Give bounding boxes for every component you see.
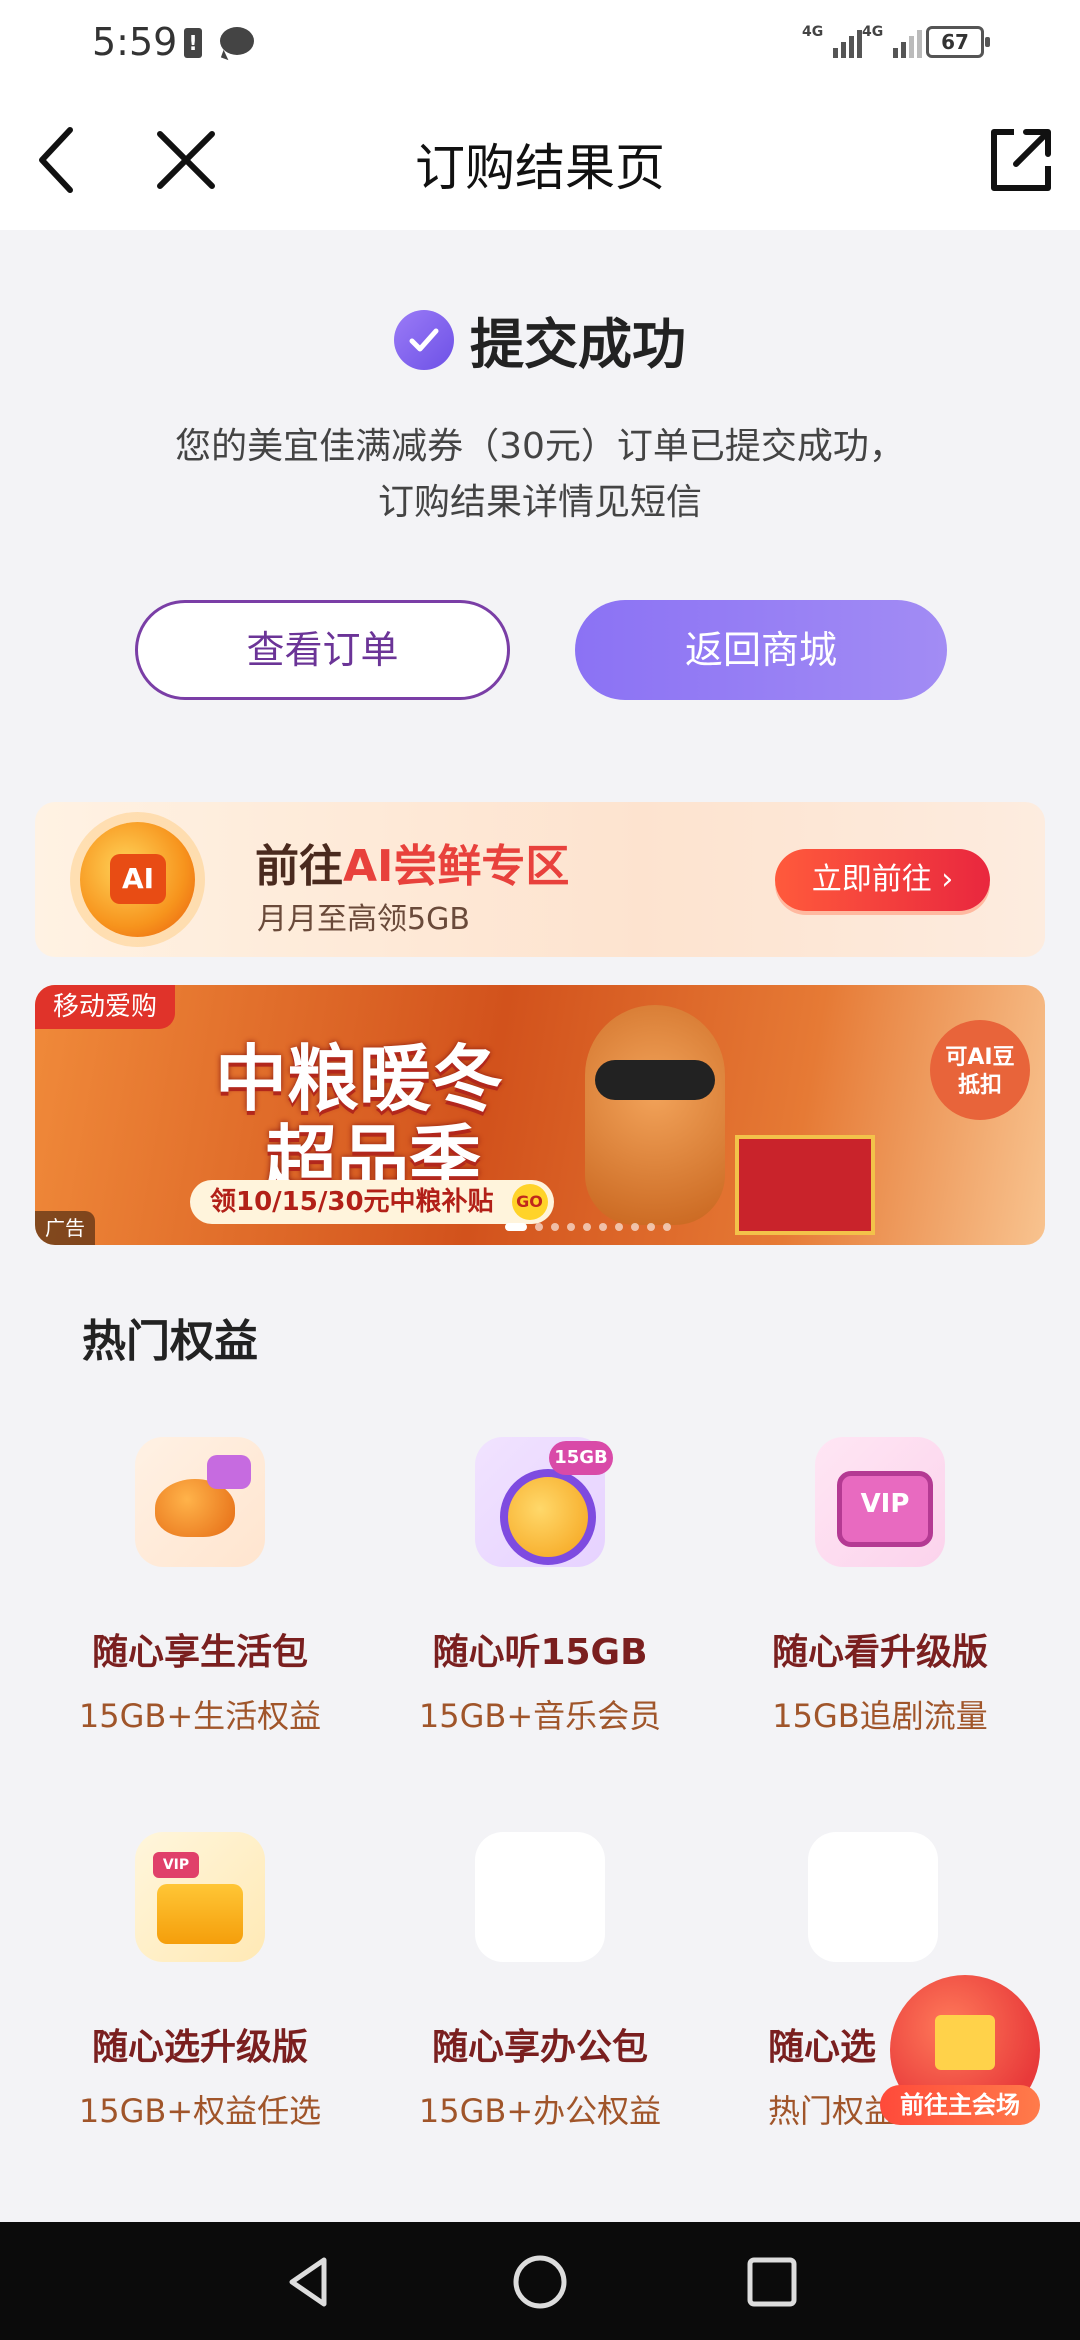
select-pack-icon [808, 1832, 938, 1962]
page-title: 订购结果页 [415, 139, 665, 197]
benefit-card[interactable]: 随心听15GB 15GB+音乐会员 [370, 1437, 710, 1737]
alert-icon: ! [184, 28, 202, 58]
system-nav-bar [0, 2222, 1080, 2340]
float-label: 前往主会场 [880, 2085, 1040, 2125]
back-to-mall-button[interactable]: 返回商城 [575, 600, 947, 700]
vip-tv-icon [815, 1437, 945, 1567]
benefit-desc: 15GB+生活权益 [78, 1697, 322, 1735]
ad-banner[interactable]: 移动爱购 中粮暖冬 超品季 领10/15/30元中粮补贴 GO 可AI豆 抵扣 … [35, 985, 1045, 1245]
benefit-name: 随心享办公包 [431, 2027, 648, 2068]
message-icon [220, 27, 254, 55]
ad-subsidy-pill: 领10/15/30元中粮补贴 GO [190, 1180, 554, 1224]
status-time: 5:59 [92, 20, 178, 64]
status-bar: 5:59 ! 4G 4G 67 [0, 0, 1080, 90]
benefit-desc: 15GB追剧流量 [772, 1697, 988, 1735]
benefit-card[interactable]: 随心享生活包 15GB+生活权益 [30, 1437, 370, 1737]
ad-tag: 广告 [35, 1211, 95, 1245]
carousel-dots [505, 1223, 671, 1231]
ai-go-button[interactable]: 立即前往 › [775, 849, 990, 911]
benefit-name: 随心看升级版 [771, 1632, 988, 1673]
benefit-name: 随心选升级版 [91, 2027, 308, 2068]
share-icon [991, 129, 1051, 191]
square-recents-icon [747, 2257, 797, 2307]
ai-banner-subtitle: 月月至高领5GB [257, 902, 470, 937]
signal-icon-2: 4G [862, 24, 922, 58]
ai-promo-banner[interactable]: AI 前往AI尝鲜专区 月月至高领5GB 立即前往 › [35, 802, 1045, 957]
benefit-card[interactable]: 随心看升级版 15GB追剧流量 [710, 1437, 1050, 1737]
benefit-desc: 15GB+权益任选 [78, 2092, 322, 2130]
life-pack-icon [135, 1437, 265, 1567]
signal-icon-1: 4G [802, 24, 862, 58]
check-icon [394, 309, 454, 370]
share-button[interactable] [980, 120, 1060, 200]
nav-recents-button[interactable] [742, 2252, 802, 2312]
section-title-hot-benefits: 热门权益 [82, 1316, 258, 1367]
circle-home-icon [513, 2255, 567, 2309]
ai-bean-badge: 可AI豆 抵扣 [930, 1020, 1030, 1120]
ai-logo-icon: AI [80, 822, 195, 937]
success-desc-line2: 订购结果详情见短信 [377, 482, 702, 523]
header: 订购结果页 [0, 90, 1080, 230]
benefit-name: 随心享生活包 [91, 1632, 308, 1673]
gift-box-image [735, 1135, 875, 1235]
benefit-card[interactable]: 随心选升级版 15GB+权益任选 [30, 1832, 370, 2132]
vip-gift-box-icon [135, 1832, 265, 1962]
nav-home-button[interactable] [510, 2252, 570, 2312]
result-section: 提交成功 您的美宜佳满减券（30元）订单已提交成功， 订购结果详情见短信 [0, 300, 1080, 531]
benefit-desc: 15GB+音乐会员 [418, 1697, 662, 1735]
main-venue-float-button[interactable]: 前往主会场 [880, 1975, 1040, 2125]
music-headphones-icon [475, 1437, 613, 1567]
ai-banner-title: 前往AI尝鲜专区 [255, 841, 570, 892]
office-pack-icon [475, 1832, 605, 1962]
view-order-button[interactable]: 查看订单 [135, 600, 510, 700]
benefit-name: 随心听15GB [432, 1632, 648, 1673]
success-desc-line1: 您的美宜佳满减券（30元）订单已提交成功， [175, 426, 905, 467]
nav-back-button[interactable] [278, 2252, 338, 2312]
battery-icon: 67 [926, 26, 990, 58]
mascot-image [585, 1005, 725, 1225]
ad-brand-label: 移动爱购 [35, 985, 176, 1029]
triangle-back-icon [289, 2257, 327, 2307]
benefit-desc: 15GB+办公权益 [418, 2092, 662, 2130]
benefit-card[interactable]: 随心享办公包 15GB+办公权益 [370, 1832, 710, 2132]
success-title: 提交成功 [470, 313, 686, 376]
go-icon: GO [511, 1184, 548, 1220]
